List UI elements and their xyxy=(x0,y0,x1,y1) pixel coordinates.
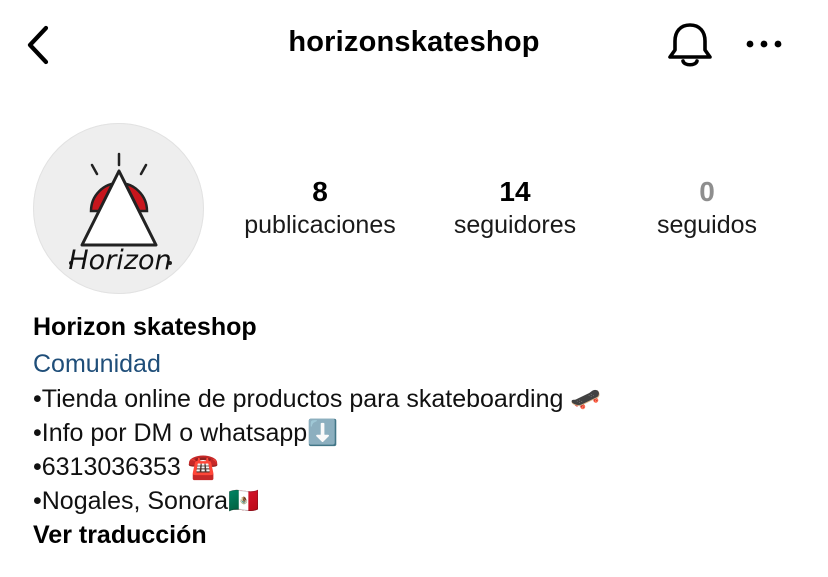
profile-bio: Horizon skateshop Comunidad •Tienda onli… xyxy=(33,310,813,552)
top-navigation-bar: horizonskateshop xyxy=(0,0,828,90)
profile-category-link[interactable]: Comunidad xyxy=(33,346,813,382)
bio-line-phone: •6313036353 ☎️ xyxy=(33,453,219,481)
following-count-value: 0 xyxy=(699,176,715,207)
bell-icon xyxy=(668,23,712,67)
bio-line-location: •Nogales, Sonora🇲🇽 xyxy=(33,487,260,515)
posts-count-label: publicaciones xyxy=(244,211,396,239)
posts-count-value: 8 xyxy=(312,176,328,207)
notifications-button[interactable] xyxy=(664,20,716,70)
horizon-logo: Horizon xyxy=(68,152,172,276)
bio-line: •Info por DM o whatsapp⬇️ xyxy=(33,419,339,447)
followers-count-value: 14 xyxy=(499,176,531,207)
profile-avatar[interactable]: Horizon xyxy=(33,123,204,294)
following-count-label: seguidos xyxy=(656,211,758,239)
more-horizontal-icon xyxy=(746,40,782,48)
followers-count-label: seguidores xyxy=(453,211,577,239)
profile-name: Horizon skateshop xyxy=(33,313,257,341)
following-count[interactable]: 0 seguidos xyxy=(640,176,774,242)
followers-count[interactable]: 14 seguidores xyxy=(432,176,598,242)
more-options-button[interactable] xyxy=(742,30,786,58)
posts-count[interactable]: 8 publicaciones xyxy=(228,176,412,242)
bio-line: •Tienda online de productos para skatebo… xyxy=(33,385,602,413)
logo-text: Horizon xyxy=(68,245,171,276)
see-translation-button[interactable]: Ver traducción xyxy=(33,518,813,552)
